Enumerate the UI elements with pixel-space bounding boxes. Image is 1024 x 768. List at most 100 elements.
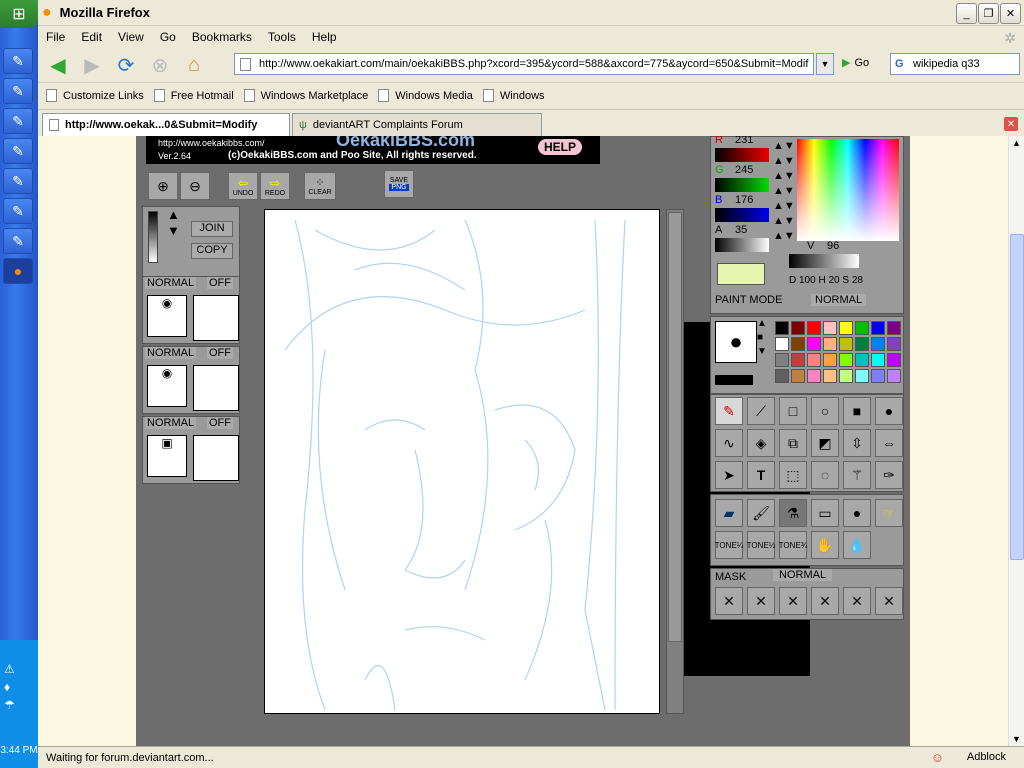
stop-button[interactable]: ⊗ [146,52,174,78]
menu-file[interactable]: File [46,30,65,44]
layer-up-arrow-icon[interactable]: ▲ [167,207,180,222]
clock[interactable]: 3:44 PM [0,745,38,756]
layer-mode[interactable]: NORMAL [145,347,197,359]
adblock-icon[interactable]: ☺ [931,750,944,765]
canvas-scrollbar[interactable] [666,209,684,714]
ellipse-tool[interactable]: ○ [811,397,839,425]
rgb-stepper-arrows-icon[interactable]: ▲▼ ▲▼ ▲▼ ▲▼ ▲▼ ▲▼ ▲▼ [773,139,795,244]
oekaki-banner[interactable]: http://www.oekakibbs.com/ OekakiBBS.com … [146,136,600,164]
restore-button[interactable]: ❐ [978,3,999,24]
canvas-scroll-thumb[interactable] [668,212,682,642]
layer-visibility-box[interactable]: ◉ [147,365,187,407]
smudge-tool[interactable]: ☞ [875,499,903,527]
bookmark-item[interactable]: Windows [482,89,545,102]
airbrush-tool[interactable]: ⚗ [779,499,807,527]
palette-swatch[interactable] [887,369,901,383]
palette-swatch[interactable] [807,337,821,351]
help-button[interactable]: HELP [538,139,583,155]
tab-deviantart[interactable]: ψ deviantART Complaints Forum [292,113,542,136]
mask-color-slot[interactable]: ✕ [747,587,775,615]
magnifier-tool[interactable]: ● [843,499,871,527]
layer-visibility-box[interactable]: ◉ [147,295,187,337]
palette-swatch[interactable] [871,337,885,351]
bookmark-item[interactable]: Customize Links [46,89,144,102]
copy-region-tool[interactable]: ⧉ [779,429,807,457]
opacity-slider[interactable] [148,211,158,263]
palette-swatch[interactable] [887,321,901,335]
page-scrollbar[interactable]: ▲ ▼ [1008,136,1024,746]
a-slider[interactable] [715,238,769,252]
menu-go[interactable]: Go [160,30,176,44]
r-slider[interactable] [715,148,769,162]
menu-bookmarks[interactable]: Bookmarks [192,30,252,44]
rectangle-tool[interactable]: □ [779,397,807,425]
bookmark-item[interactable]: Windows Media [378,89,473,102]
eraser-marker-tool[interactable]: ▰ [715,499,743,527]
hue-spectrum[interactable] [797,139,899,241]
zoom-in-button[interactable]: ⊕ [148,172,178,200]
g-slider[interactable] [715,178,769,192]
taskbar-item[interactable]: ✎ [3,78,33,104]
eraser-tool[interactable]: ▭ [811,499,839,527]
palette-swatch[interactable] [823,353,837,367]
save-png-button[interactable]: SAVE PNG [384,170,414,198]
url-bar[interactable]: http://www.oekakiart.com/main/oekakiBBS.… [234,53,814,75]
menu-help[interactable]: Help [312,30,337,44]
redo-button[interactable]: ⇨ REDO [260,172,290,200]
palette-swatch[interactable] [791,369,805,383]
taskbar-item-firefox[interactable]: ● [3,258,33,284]
pen-tool[interactable]: ✎ [715,397,743,425]
url-history-dropdown[interactable]: ▼ [816,53,834,75]
palette-swatch[interactable] [775,353,789,367]
palette-swatch[interactable] [855,337,869,351]
palette-swatch[interactable] [807,353,821,367]
join-button[interactable]: JOIN [191,221,233,237]
palette-swatch[interactable] [823,321,837,335]
text-tool[interactable]: T [747,461,775,489]
filled-rectangle-tool[interactable]: ■ [843,397,871,425]
palette-swatch[interactable] [887,337,901,351]
palette-swatch[interactable] [807,369,821,383]
copy-button[interactable]: COPY [191,243,233,259]
bookmark-item[interactable]: Free Hotmail [153,89,234,102]
palette-swatch[interactable] [791,353,805,367]
undo-button[interactable]: ⇦ UNDO [228,172,258,200]
mask-color-slot[interactable]: ✕ [843,587,871,615]
brush-tool[interactable]: 🖌 [747,499,775,527]
palette-swatch[interactable] [791,321,805,335]
filled-ellipse-tool[interactable]: ● [875,397,903,425]
palette-swatch[interactable] [823,337,837,351]
eyedropper-tool[interactable]: ✑ [875,461,903,489]
clear-button[interactable]: ⁘ CLEAR [304,172,336,200]
taskbar-item[interactable]: ✎ [3,108,33,134]
palette-swatch[interactable] [839,353,853,367]
layer-off-toggle[interactable]: OFF [207,417,233,429]
layer-visibility-box[interactable]: ▣ [147,435,187,477]
tone-quarter-tool[interactable]: TONE¼ [715,531,743,559]
drawing-canvas[interactable] [264,209,660,714]
palette-swatch[interactable] [871,369,885,383]
layer-off-toggle[interactable]: OFF [207,277,233,289]
lasso-tool[interactable]: ◌ [811,461,839,489]
scroll-down-icon[interactable]: ▼ [1012,734,1021,744]
palette-swatch[interactable] [775,337,789,351]
scroll-up-icon[interactable]: ▲ [1012,138,1021,148]
flip-horizontal-tool[interactable]: ⇔ [875,429,903,457]
mask-color-slot[interactable]: ✕ [779,587,807,615]
select-rect-tool[interactable]: ⬚ [779,461,807,489]
water-tool[interactable]: 💧 [843,531,871,559]
reload-button[interactable]: ⟳ [112,52,140,78]
tone-three-quarter-tool[interactable]: TONE¾ [779,531,807,559]
dodge-tool[interactable]: ✋ [811,531,839,559]
back-button[interactable]: ◀ [44,52,72,78]
palette-swatch[interactable] [807,321,821,335]
layer-thumbnail[interactable] [193,295,239,341]
move-tool[interactable]: ➤ [715,461,743,489]
palette-swatch[interactable] [855,369,869,383]
layer-off-toggle[interactable]: OFF [207,347,233,359]
palette-swatch[interactable] [775,321,789,335]
palette-swatch[interactable] [791,337,805,351]
home-button[interactable]: ⌂ [180,52,208,78]
forward-button[interactable]: ▶ [78,52,106,78]
adblock-label[interactable]: Adblock [967,751,1006,763]
